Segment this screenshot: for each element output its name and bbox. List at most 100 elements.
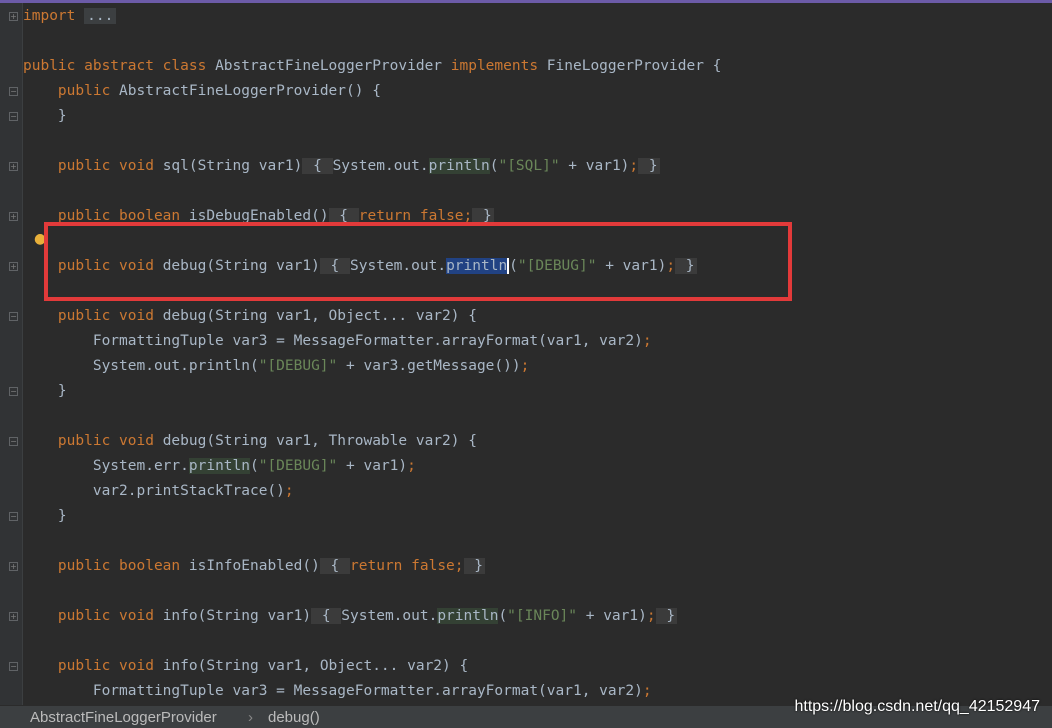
code-token: FineLoggerProvider { <box>546 58 722 74</box>
code-line[interactable]: public abstract class AbstractFineLogger… <box>23 54 721 79</box>
code-token: implements <box>450 58 547 74</box>
code-line[interactable]: var2.printStackTrace(); <box>23 479 294 504</box>
code-token: "[DEBUG]" <box>258 458 338 474</box>
code-token: ; <box>629 158 639 174</box>
code-token: + var1) <box>337 458 408 474</box>
code-line[interactable]: public void sql(String var1) { System.ou… <box>23 154 660 179</box>
code-line[interactable]: } <box>23 504 67 529</box>
code-line[interactable]: public boolean isInfoEnabled() { return … <box>23 554 485 579</box>
code-token: ... <box>84 8 117 24</box>
code-token: public void <box>57 158 163 174</box>
code-token: } <box>23 108 67 124</box>
code-token: ( <box>498 608 508 624</box>
code-line[interactable]: FormattingTuple var3 = MessageFormatter.… <box>23 329 652 354</box>
breadcrumb-method[interactable]: debug() <box>268 706 320 728</box>
code-line[interactable]: } <box>23 379 67 404</box>
fold-toggle-icon[interactable] <box>9 262 18 271</box>
code-token: } <box>23 383 67 399</box>
code-token: "[SQL]" <box>498 158 560 174</box>
code-token: ; <box>642 683 652 699</box>
code-token: } <box>463 558 485 574</box>
code-token: debug(String var1, Throwable var2) { <box>162 433 477 449</box>
code-line[interactable]: FormattingTuple var3 = MessageFormatter.… <box>23 679 652 704</box>
code-token: + var3.getMessage()) <box>337 358 521 374</box>
code-token: public void <box>57 308 163 324</box>
breadcrumb-separator: › <box>248 709 253 726</box>
code-area[interactable]: import ... public abstract class Abstract… <box>23 3 1052 705</box>
fold-toggle-icon[interactable] <box>9 437 18 446</box>
fold-toggle-icon[interactable] <box>9 312 18 321</box>
fold-toggle-icon[interactable] <box>9 662 18 671</box>
code-token: System.out.println( <box>23 358 259 374</box>
code-token: ; <box>646 608 656 624</box>
code-token: ; <box>284 483 294 499</box>
code-line[interactable]: } <box>23 104 67 129</box>
code-token: "[INFO]" <box>507 608 578 624</box>
code-token: } <box>23 508 67 524</box>
breadcrumb-class[interactable]: AbstractFineLoggerProvider <box>30 706 217 728</box>
code-token: ; <box>407 458 416 474</box>
code-token: info(String var1, Object... var2) { <box>162 658 469 674</box>
fold-toggle-icon[interactable] <box>9 112 18 121</box>
code-token: FormattingTuple var3 = MessageFormatter. <box>23 333 443 349</box>
annotation-highlight-box <box>44 222 792 301</box>
code-token: } <box>638 158 660 174</box>
code-token: System. <box>332 158 394 174</box>
code-token: public void <box>57 658 163 674</box>
code-token: arrayFormat <box>442 333 539 349</box>
editor-gutter[interactable] <box>0 3 22 705</box>
code-token: . <box>419 158 429 174</box>
code-line[interactable]: public void info(String var1, Object... … <box>23 654 468 679</box>
code-token: AbstractFineLoggerProvider() { <box>119 83 381 99</box>
code-token: (var1, var2) <box>538 333 643 349</box>
code-line[interactable]: public void debug(String var1, Object...… <box>23 304 477 329</box>
fold-toggle-icon[interactable] <box>9 512 18 521</box>
code-token: AbstractFineLoggerProvider <box>215 58 451 74</box>
code-line[interactable]: System.out.println("[DEBUG]" + var3.getM… <box>23 354 530 379</box>
fold-toggle-icon[interactable] <box>9 562 18 571</box>
code-token: return false <box>350 558 455 574</box>
code-token: FormattingTuple var3 = MessageFormatter.… <box>23 683 643 699</box>
fold-toggle-icon[interactable] <box>9 212 18 221</box>
code-line[interactable]: public void debug(String var1, Throwable… <box>23 429 477 454</box>
code-token: ; <box>520 358 530 374</box>
code-token: import <box>23 8 76 24</box>
code-token: public boolean <box>57 558 189 574</box>
code-token: ; <box>642 333 652 349</box>
fold-toggle-icon[interactable] <box>9 387 18 396</box>
code-token: ; <box>454 558 464 574</box>
fold-toggle-icon[interactable] <box>9 87 18 96</box>
code-token: { <box>311 608 342 624</box>
code-token: } <box>655 608 678 624</box>
code-token: isInfoEnabled() <box>188 558 320 574</box>
code-token: debug(String var1, Object... var2) { <box>162 308 477 324</box>
code-line[interactable]: System.err.println("[DEBUG]" + var1); <box>23 454 416 479</box>
code-token: public abstract class <box>23 58 216 74</box>
code-token: public void <box>57 608 163 624</box>
code-token: System.err. <box>23 458 189 474</box>
code-token: { <box>319 558 351 574</box>
code-token: ( <box>249 458 259 474</box>
code-token: { <box>302 158 333 174</box>
fold-toggle-icon[interactable] <box>9 612 18 621</box>
watermark: https://blog.csdn.net/qq_42152947 <box>794 698 1040 715</box>
code-token: out <box>393 158 420 174</box>
code-line[interactable]: public AbstractFineLoggerProvider() { <box>23 79 381 104</box>
code-line[interactable]: import ... <box>23 4 117 29</box>
code-token: + var1) <box>559 158 630 174</box>
fold-toggle-icon[interactable] <box>9 12 18 21</box>
code-token: public void <box>57 433 163 449</box>
code-token: + var1) <box>577 608 647 624</box>
code-token: public <box>57 83 120 99</box>
code-token: println <box>188 458 250 474</box>
fold-toggle-icon[interactable] <box>9 162 18 171</box>
code-line[interactable]: public void info(String var1) { System.o… <box>23 604 678 629</box>
